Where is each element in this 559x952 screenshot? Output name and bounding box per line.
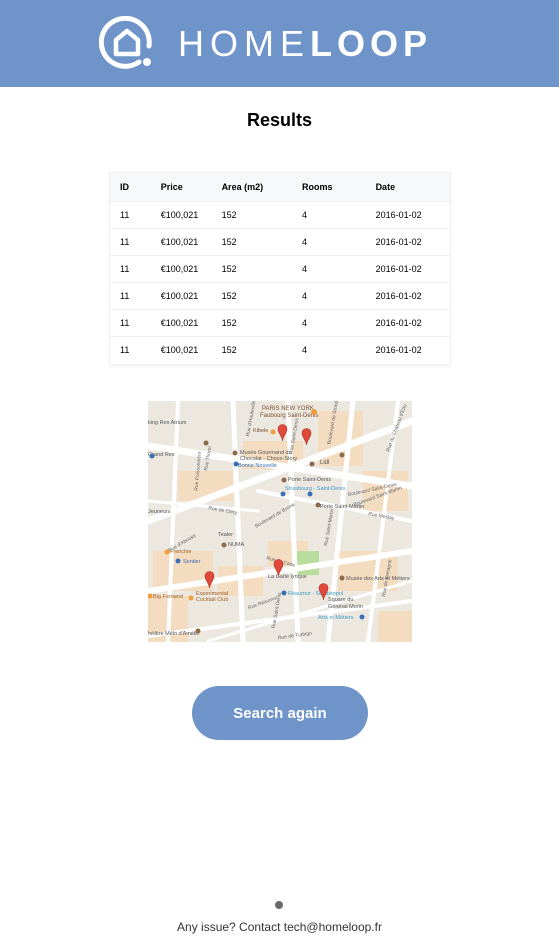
map-label-square2: Général Morin [328, 604, 363, 610]
cell-price: €100,021 [160, 236, 199, 247]
cell-date: 2016-01-02 [375, 290, 422, 301]
poi-dot-icon[interactable] [195, 628, 201, 634]
cell-area: 152 [221, 344, 237, 355]
metro-icon[interactable] [233, 461, 239, 467]
map-label-sentier: Sentier [183, 559, 201, 565]
table-row[interactable]: 11 €100,021 152 4 2016-01-02 [110, 228, 450, 255]
cell-area: 152 [221, 317, 237, 328]
column-header-rooms[interactable]: Rooms [292, 173, 366, 201]
metro-icon[interactable] [280, 491, 286, 497]
house-in-circle-icon[interactable] [99, 16, 155, 70]
page-title: Results [246, 110, 313, 130]
map-label-experimental2: Cocktail Club [196, 597, 228, 603]
metro-icon[interactable] [359, 614, 365, 620]
poi-dot-icon[interactable] [281, 477, 287, 483]
cell-price: €100,021 [160, 290, 199, 301]
cell-rooms: 4 [301, 236, 307, 247]
results-table: ID Price Area (m2) Rooms Date 11 €100,02… [109, 172, 451, 365]
map-label-faubourg: Faubourg Saint-Denis [260, 413, 318, 419]
cell-rooms: 4 [301, 317, 307, 328]
poi-dot-icon[interactable] [339, 575, 345, 581]
table-row[interactable]: 11 €100,021 152 4 2016-01-02 [110, 282, 450, 309]
cell-area: 152 [221, 209, 237, 220]
header-bar: HOMELOOP [0, 0, 559, 87]
table-row[interactable]: 11 €100,021 152 4 2016-01-02 [110, 309, 450, 336]
poi-dot-icon[interactable] [221, 542, 227, 548]
map-label-gaite: La Gaîté lyrique [268, 574, 307, 580]
cell-date: 2016-01-02 [375, 236, 422, 247]
poi-dot-icon[interactable] [188, 595, 194, 601]
cell-price: €100,021 [160, 344, 199, 355]
cell-id: 11 [120, 344, 130, 355]
cell-rooms: 4 [301, 344, 307, 355]
map-label-strasbourg: Strasbourg - Saint-Denis [285, 486, 345, 492]
brand-logo-text[interactable]: HOMELOOP [178, 24, 432, 64]
cell-area: 152 [221, 263, 237, 274]
column-header-id[interactable]: ID [110, 173, 151, 201]
map-label-paris-ny: PARIS NEW YORK [262, 406, 314, 412]
map-label-porte-sd: Porte Saint-Denis [288, 477, 331, 483]
cell-id: 11 [120, 290, 130, 301]
poi-dot-icon[interactable] [270, 429, 276, 435]
map-label-big-fernand: Big Fernand [153, 594, 183, 600]
table-header-row: ID Price Area (m2) Rooms Date [110, 173, 450, 201]
metro-icon[interactable] [149, 453, 155, 459]
table-row[interactable]: 11 €100,021 152 4 2016-01-02 [110, 201, 450, 228]
map-label-tealer: Tealer [218, 532, 233, 538]
cell-id: 11 [120, 236, 130, 247]
poi-dot-icon[interactable] [315, 502, 321, 508]
cell-rooms: 4 [301, 290, 307, 301]
cell-area: 152 [221, 290, 237, 301]
column-header-price[interactable]: Price [151, 173, 212, 201]
poi-dot-icon[interactable] [339, 452, 345, 458]
map-label-kibele: Kibele [253, 428, 268, 434]
column-header-area[interactable]: Area (m2) [212, 173, 292, 201]
poi-dot-icon[interactable] [203, 440, 209, 446]
cell-id: 11 [120, 209, 130, 220]
map-label-bonne: Bonne Nouvelle [238, 463, 277, 469]
cell-price: €100,021 [160, 317, 199, 328]
metro-icon[interactable] [307, 491, 313, 497]
column-header-date[interactable]: Date [366, 173, 450, 201]
cell-date: 2016-01-02 [375, 263, 422, 274]
cell-rooms: 4 [301, 209, 307, 220]
results-map[interactable]: PARIS NEW YORK Faubourg Saint-Denis Kibe… [148, 401, 412, 642]
brand-loop: LOOP [310, 23, 433, 64]
poi-dot-icon[interactable] [311, 409, 317, 415]
poi-dot-icon[interactable] [309, 461, 315, 467]
cell-date: 2016-01-02 [375, 209, 422, 220]
map-label-arts-metiers: Musée des Arts et Métiers [346, 576, 410, 582]
map-label-square1: Square du [328, 597, 353, 603]
metro-icon[interactable] [281, 590, 287, 596]
map-label-gourmand2: Chocolat - Choco-Story [240, 456, 297, 462]
map-label-theatre: héâtre Mélo d'Amélie [148, 631, 200, 637]
table-row[interactable]: 11 €100,021 152 4 2016-01-02 [110, 255, 450, 282]
map-label-jeuneurs: Jeuneurs [148, 509, 171, 515]
poi-dot-icon[interactable] [232, 450, 238, 456]
map-label-numa: NUMA [228, 542, 245, 548]
cell-rooms: 4 [301, 263, 307, 274]
cell-date: 2016-01-02 [375, 344, 422, 355]
poi-dot-icon[interactable] [164, 549, 170, 555]
map-label-rex: king Rex Atrium [148, 420, 187, 426]
cell-id: 11 [120, 263, 130, 274]
map-label-lidl: Lidl [320, 460, 329, 466]
cell-price: €100,021 [160, 209, 199, 220]
pagination-dot[interactable] [275, 901, 283, 909]
cell-id: 11 [120, 317, 130, 328]
map-label-arts-metro: Arts et Métiers [318, 615, 354, 621]
cell-area: 152 [221, 236, 237, 247]
search-again-button[interactable]: Search again [192, 686, 368, 740]
cell-date: 2016-01-02 [375, 317, 422, 328]
cell-price: €100,021 [160, 263, 199, 274]
map-canvas[interactable]: PARIS NEW YORK Faubourg Saint-Denis Kibe… [148, 401, 412, 642]
brand-home: HOME [178, 23, 310, 64]
footer-contact: Any issue? Contact tech@homeloop.fr [177, 920, 382, 934]
table-row[interactable]: 11 €100,021 152 4 2016-01-02 [110, 336, 450, 363]
metro-icon[interactable] [175, 558, 181, 564]
